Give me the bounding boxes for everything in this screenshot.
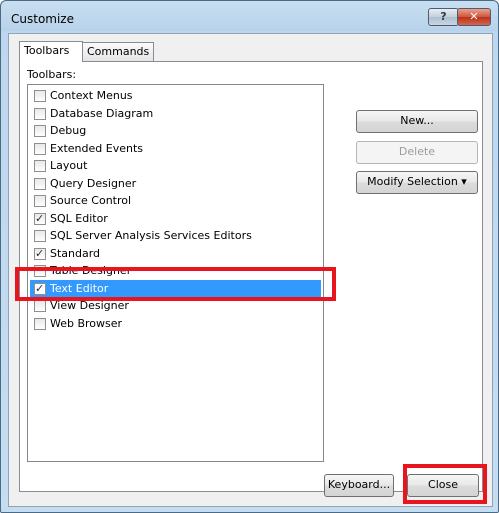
toolbar-checkbox[interactable] xyxy=(34,107,46,120)
text-editor-highlight-box xyxy=(15,267,336,301)
title-bar[interactable]: Customize ? ✕ xyxy=(1,1,498,35)
toolbar-checkbox[interactable] xyxy=(34,317,46,330)
toolbar-checkbox[interactable] xyxy=(34,195,46,207)
toolbar-list-item[interactable]: Extended Events xyxy=(30,140,321,157)
help-icon: ? xyxy=(440,10,447,23)
toolbar-checkbox[interactable] xyxy=(34,125,46,137)
toolbar-checkbox[interactable] xyxy=(34,230,46,242)
toolbar-checkbox[interactable] xyxy=(34,245,46,262)
close-button-highlight-box xyxy=(403,464,487,504)
toolbar-item-label: Web Browser xyxy=(50,316,123,330)
dialog-title: Customize xyxy=(11,12,74,26)
toolbar-item-label: Source Control xyxy=(50,194,132,207)
toolbar-item-label: Debug xyxy=(50,124,87,137)
toolbar-item-label: Database Diagram xyxy=(50,106,154,120)
toolbar-item-label: Layout xyxy=(50,159,88,172)
toolbar-item-label: Query Designer xyxy=(50,176,137,190)
tab-commands[interactable]: Commands xyxy=(82,42,154,61)
toolbar-checkbox[interactable] xyxy=(34,160,46,172)
toolbar-item-label: Standard xyxy=(50,246,101,260)
toolbars-list-label: Toolbars: xyxy=(27,68,77,81)
toolbar-list-item[interactable]: Source Control xyxy=(30,192,321,209)
toolbar-list-item[interactable]: SQL Server Analysis Services Editors xyxy=(30,227,321,244)
customize-dialog: Customize ? ✕ Toolbars Commands Toolbars… xyxy=(0,0,499,513)
new-button[interactable]: New... xyxy=(356,110,478,133)
toolbar-checkbox[interactable] xyxy=(34,300,46,312)
toolbar-list-item[interactable]: Debug xyxy=(30,122,321,139)
help-button[interactable]: ? xyxy=(428,8,459,26)
toolbar-list-item[interactable]: SQL Editor xyxy=(30,210,321,227)
window-close-button[interactable]: ✕ xyxy=(457,8,491,26)
toolbar-item-label: SQL Editor xyxy=(50,211,108,225)
toolbar-list-item[interactable]: Layout xyxy=(30,157,321,174)
toolbar-list-item[interactable]: Standard xyxy=(30,245,321,262)
toolbar-list-item[interactable]: Web Browser xyxy=(30,315,321,332)
close-icon: ✕ xyxy=(469,10,479,23)
toolbar-list-item[interactable]: Query Designer xyxy=(30,175,321,192)
delete-button[interactable]: Delete xyxy=(356,141,478,164)
toolbar-list-item[interactable]: Context Menus xyxy=(30,87,321,104)
toolbar-checkbox[interactable] xyxy=(34,177,46,190)
toolbar-checkbox[interactable] xyxy=(34,90,46,102)
modify-selection-button[interactable]: Modify Selection ▾ xyxy=(356,171,478,194)
toolbar-item-label: Context Menus xyxy=(50,89,133,102)
toolbar-item-label: Extended Events xyxy=(50,141,143,155)
toolbar-checkbox[interactable] xyxy=(34,210,46,227)
toolbar-checkbox[interactable] xyxy=(34,142,46,155)
toolbar-list-item[interactable]: Database Diagram xyxy=(30,105,321,122)
tab-toolbars[interactable]: Toolbars xyxy=(19,41,83,62)
keyboard-button[interactable]: Keyboard... xyxy=(324,474,394,497)
toolbar-item-label: SQL Server Analysis Services Editors xyxy=(50,229,252,242)
